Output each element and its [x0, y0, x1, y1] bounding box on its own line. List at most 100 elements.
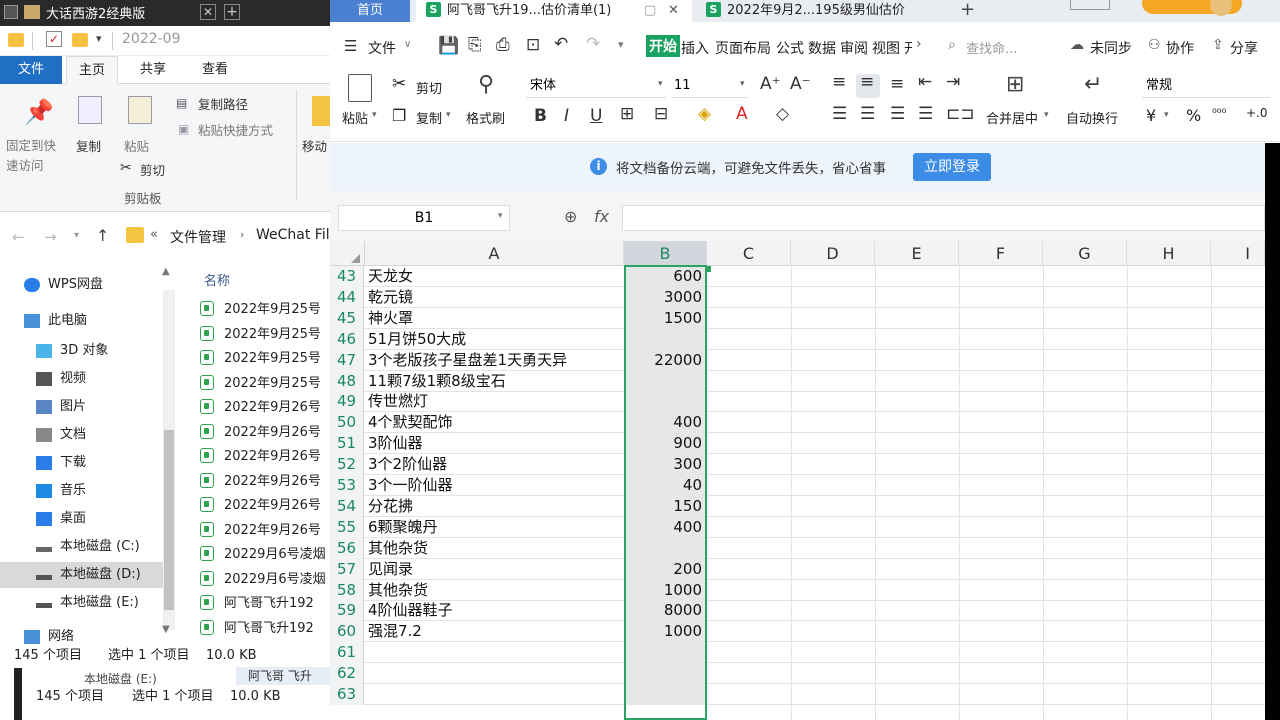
formula-input[interactable] [622, 205, 1265, 231]
new-tab-icon[interactable]: + [224, 4, 240, 20]
file-list-item[interactable]: 2022年9月25号 [200, 298, 330, 322]
file-list-item[interactable]: 2022年9月26号 [200, 519, 330, 543]
tab-document-active[interactable]: S 阿飞哥飞升19...估价清单(1) ▢ ✕ [416, 0, 692, 22]
font-family-select[interactable]: 宋体 [526, 74, 666, 98]
cell-b[interactable]: 3000 [624, 286, 706, 308]
chevron-down-icon[interactable]: ▾ [372, 110, 377, 120]
cell-b[interactable]: 400 [624, 516, 706, 538]
cell-a[interactable]: 其他杂货 [366, 538, 622, 559]
nav-item[interactable]: 图片 [0, 394, 165, 420]
export-pdf-icon[interactable]: ⎘ [468, 35, 482, 55]
row-header[interactable]: 52 [330, 454, 364, 476]
cell-a[interactable]: 3个老版孩子星盘差1天勇天异 [366, 350, 622, 371]
row-header[interactable]: 43 [330, 266, 364, 287]
justify-icon[interactable]: ☰ [918, 104, 933, 124]
italic-icon[interactable]: I [564, 106, 569, 126]
cell-a[interactable]: 见闻录 [366, 559, 622, 580]
row-header[interactable]: 62 [330, 663, 364, 685]
cell-a[interactable]: 其他杂货 [366, 580, 622, 601]
row-header[interactable]: 56 [330, 537, 364, 559]
align-left-icon[interactable]: ☰ [832, 104, 847, 124]
chevron-down-icon[interactable]: ▾ [1044, 110, 1049, 120]
paste-shortcut-button[interactable]: 粘贴快捷方式 [198, 120, 273, 139]
file-list-item[interactable]: 阿飞哥飞升192 [200, 592, 330, 616]
cell-b[interactable]: 400 [624, 412, 706, 434]
tab-start[interactable]: 开始 [646, 35, 680, 57]
column-header[interactable]: I [1211, 241, 1265, 266]
cell-b[interactable]: 200 [624, 558, 706, 580]
cell-a[interactable] [366, 684, 622, 705]
column-header[interactable]: H [1127, 241, 1211, 266]
align-center-icon[interactable]: ☰ [860, 104, 875, 124]
chevron-down-icon[interactable]: ▾ [498, 211, 503, 221]
nav-item[interactable]: 本地磁盘 (E:) [0, 590, 165, 616]
currency-icon[interactable]: ¥ [1146, 106, 1156, 125]
column-header-name[interactable]: 名称 [204, 270, 230, 289]
cell-a[interactable]: 11颗7级1颗8级宝石 [366, 371, 622, 392]
nav-item[interactable]: 本地磁盘 (C:) [0, 534, 165, 560]
row-header[interactable]: 63 [330, 684, 364, 705]
cell-a[interactable]: 3阶仙器 [366, 433, 622, 454]
increase-indent-icon[interactable]: ⇥ [946, 72, 960, 92]
cell-a[interactable]: 神火罩 [366, 308, 622, 329]
nav-item[interactable]: 3D 对象 [0, 338, 165, 364]
chevron-down-icon[interactable]: ▾ [446, 110, 451, 120]
file-list-item[interactable]: 阿飞哥飞升192 [200, 617, 330, 641]
hamburger-icon[interactable]: ☰ [344, 37, 357, 55]
nav-item[interactable]: WPS网盘 [0, 272, 165, 298]
format-painter-button[interactable]: 格式刷 [466, 108, 505, 127]
cut-button[interactable]: 剪切 [416, 78, 442, 97]
decrease-indent-icon[interactable]: ⇤ [918, 72, 932, 92]
clear-format-icon[interactable]: ◇ [776, 104, 789, 124]
row-header[interactable]: 48 [330, 370, 364, 392]
font-color-icon[interactable]: A [736, 104, 748, 124]
cell-b[interactable]: 1000 [624, 579, 706, 601]
forward-icon[interactable]: → [44, 228, 57, 246]
cell-b[interactable]: 150 [624, 495, 706, 517]
cell-b[interactable] [624, 642, 706, 664]
file-list-item[interactable]: 20229月6号凌烟 [200, 568, 330, 592]
close-tab-icon[interactable]: ✕ [668, 0, 679, 22]
distribute-icon[interactable]: ⊏⊐ [946, 104, 975, 124]
copy-button[interactable]: 复制 [76, 136, 101, 155]
row-header[interactable]: 57 [330, 558, 364, 580]
cell-b[interactable]: 22000 [624, 349, 706, 371]
cell-a[interactable]: 6颗聚魄丹 [366, 517, 622, 538]
increase-font-icon[interactable]: A⁺ [760, 74, 781, 94]
tab-document[interactable]: S 2022年9月2...195级男仙估价 [698, 0, 950, 22]
paste-icon[interactable] [348, 74, 372, 102]
file-list-item[interactable]: 2022年9月26号 [200, 494, 330, 518]
file-list-item[interactable]: 2022年9月26号 [200, 396, 330, 420]
file-list-item[interactable]: 2022年9月25号 [200, 372, 330, 396]
cell-a[interactable]: 强混7.2 [366, 621, 622, 642]
cell-a[interactable]: 乾元镜 [366, 287, 622, 308]
scrollbar-thumb[interactable] [164, 430, 174, 610]
file-list-item[interactable]: 2022年9月25号 [200, 347, 330, 371]
window-menu-icon[interactable] [4, 5, 18, 19]
row-header[interactable]: 61 [330, 642, 364, 664]
row-header[interactable]: 54 [330, 495, 364, 517]
cell-a[interactable]: 传世燃灯 [366, 391, 622, 412]
pin-quick-access-button[interactable]: 固定到快速访问 [6, 136, 66, 176]
tab-home[interactable]: 主页 [66, 56, 119, 84]
cell-b[interactable]: 1000 [624, 621, 706, 643]
scroll-down-icon[interactable]: ▼ [162, 624, 170, 635]
tab-data[interactable]: 数据 [808, 38, 836, 58]
nav-item[interactable]: 此电脑 [0, 308, 165, 334]
cell-b[interactable]: 8000 [624, 600, 706, 622]
tab-file[interactable]: 文件 [0, 56, 62, 84]
row-header[interactable]: 60 [330, 621, 364, 643]
cell-a[interactable]: 3个2阶仙器 [366, 454, 622, 475]
login-now-button[interactable]: 立即登录 [913, 153, 991, 181]
cell-b[interactable] [624, 370, 706, 392]
fill-color-icon[interactable]: ◈ [698, 104, 711, 124]
nav-item[interactable]: 桌面 [0, 506, 165, 532]
row-header[interactable]: 49 [330, 391, 364, 413]
percent-icon[interactable]: % [1186, 106, 1201, 125]
breadcrumb-segment[interactable]: WeChat Fil [256, 227, 330, 243]
up-icon[interactable]: ↑ [96, 226, 109, 245]
decimal-icon[interactable]: +.0 [1246, 106, 1268, 120]
column-header[interactable]: D [791, 241, 875, 266]
cell-b[interactable] [624, 663, 706, 685]
new-folder-icon[interactable] [72, 33, 88, 47]
